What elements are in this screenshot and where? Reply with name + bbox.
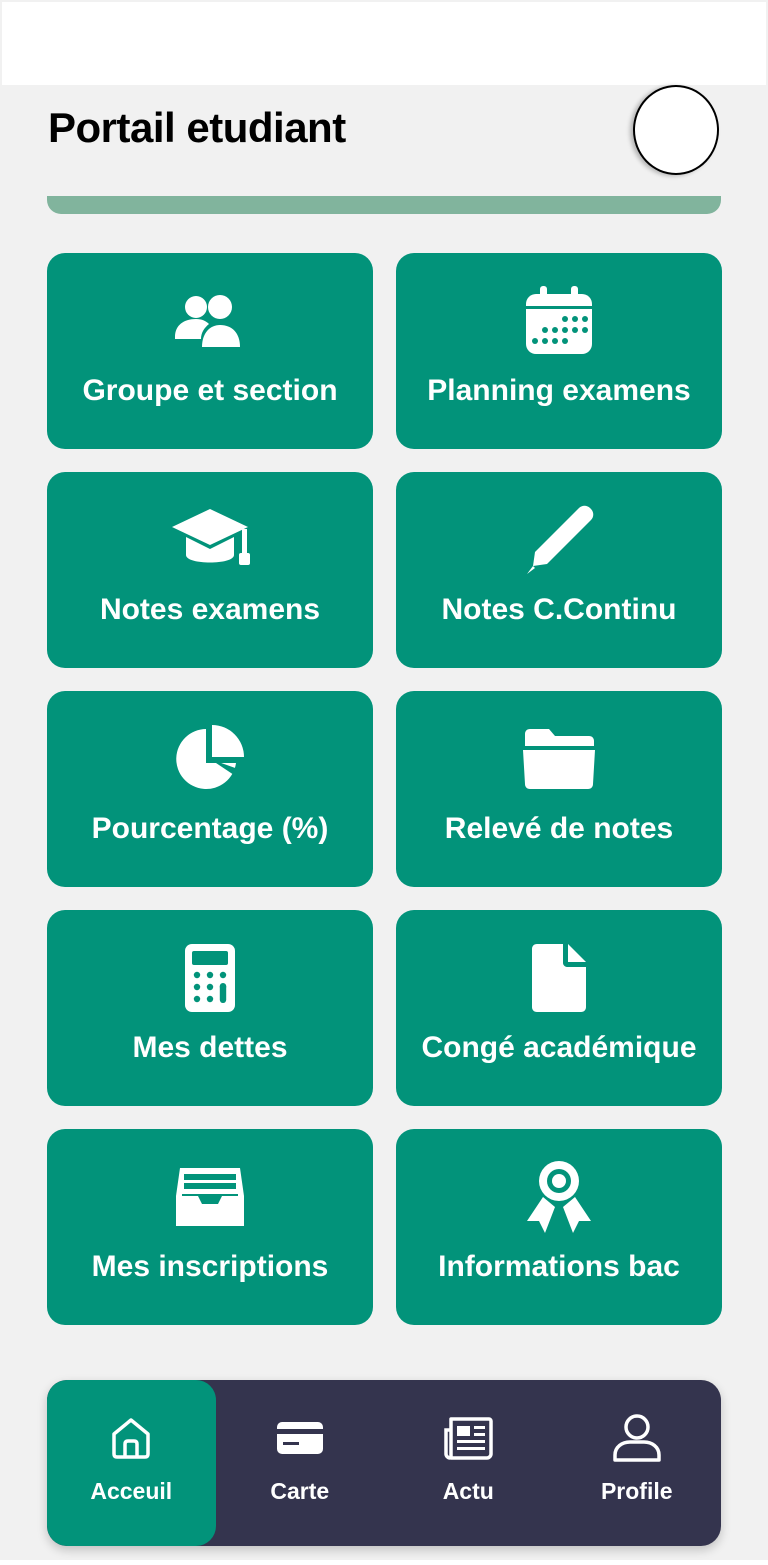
tile-label: Mes dettes [132,1031,288,1064]
users-icon [170,285,250,357]
inbox-icon [170,1161,250,1233]
tile-pourcentage[interactable]: Pourcentage (%) [47,691,373,887]
newspaper-icon [440,1410,496,1466]
tile-notes-examens[interactable]: Notes examens [47,472,373,668]
home-icon [103,1410,159,1466]
tile-releve-de-notes[interactable]: Relevé de notes [396,691,722,887]
folder-icon [519,723,599,795]
user-icon [609,1410,665,1466]
nav-label: Acceuil [90,1478,173,1504]
pencil-icon [519,504,599,576]
graduation-cap-icon [170,504,250,576]
tile-label: Notes C.Continu [441,593,677,626]
page-title: Portail etudiant [48,104,346,151]
tile-notes-c-continu[interactable]: Notes C.Continu [396,472,722,668]
avatar[interactable] [633,85,719,175]
nav-label: Profile [600,1478,673,1504]
status-bar [2,2,766,85]
tile-mes-inscriptions[interactable]: Mes inscriptions [47,1129,373,1325]
bottom-navigation: Acceuil Carte Actu Profile [47,1380,721,1546]
tile-label: Planning examens [427,374,691,407]
tile-label: Relevé de notes [444,812,674,845]
tile-label: Mes inscriptions [91,1250,329,1283]
nav-label: Carte [270,1478,330,1504]
tile-planning-examens[interactable]: Planning examens [396,253,722,449]
tile-informations-bac[interactable]: Informations bac [396,1129,722,1325]
calculator-icon [170,942,250,1014]
file-icon [519,942,599,1014]
nav-item-actu[interactable]: Actu [384,1380,553,1546]
nav-label: Actu [442,1478,494,1504]
nav-item-acceuil[interactable]: Acceuil [47,1380,216,1546]
tile-mes-dettes[interactable]: Mes dettes [47,910,373,1106]
bottom-edge [0,1560,768,1565]
pie-chart-icon [170,723,250,795]
nav-item-carte[interactable]: Carte [216,1380,385,1546]
tile-label: Pourcentage (%) [91,812,329,845]
tile-groupe-et-section[interactable]: Groupe et section [47,253,373,449]
tile-label: Informations bac [438,1250,680,1283]
progress-bar [47,196,721,214]
award-icon [519,1161,599,1233]
calendar-icon [519,285,599,357]
tile-conge-academique[interactable]: Congé académique [396,910,722,1106]
tile-label: Congé académique [421,1031,697,1064]
tile-label: Notes examens [99,593,321,626]
nav-item-profile[interactable]: Profile [553,1380,722,1546]
credit-card-icon [272,1410,328,1466]
tile-label: Groupe et section [82,374,338,407]
